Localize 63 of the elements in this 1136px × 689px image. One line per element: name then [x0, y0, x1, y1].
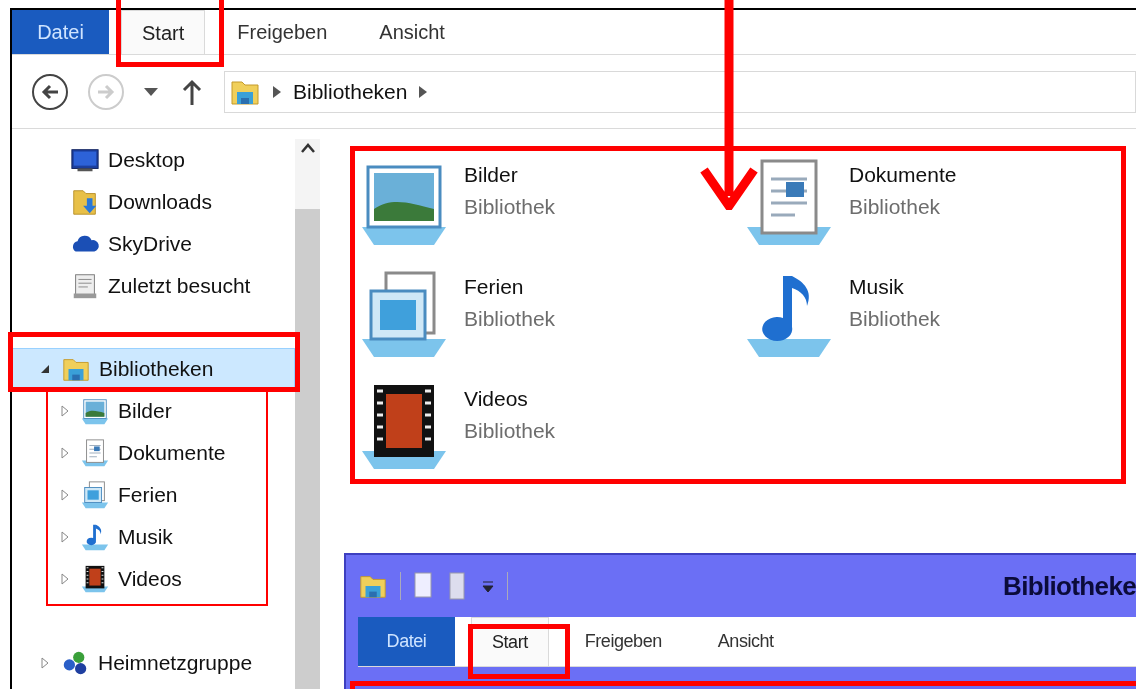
chevron-right-icon[interactable] [273, 85, 281, 98]
scrollbar[interactable] [295, 139, 320, 689]
music-note-icon [80, 522, 110, 552]
arrow-left-icon [41, 83, 59, 100]
library-type: Bibliothek [464, 193, 556, 220]
quick-access-item[interactable]: Zuletzt besucht [12, 265, 295, 307]
ribbon-tab[interactable]: Start [471, 617, 549, 666]
ribbon-tab[interactable]: Ansicht [697, 617, 794, 666]
library-tile[interactable]: Bilder Bibliothek [344, 155, 729, 267]
address-field[interactable]: Bibliotheken [224, 70, 1136, 113]
library-tile[interactable]: Dokumente Bibliothek [729, 155, 1114, 267]
quick-access-item[interactable]: SkyDrive [12, 223, 295, 265]
quick-access-label: SkyDrive [108, 231, 192, 258]
library-type: Bibliothek [464, 417, 556, 444]
tree-item[interactable]: Heimnetzgruppe [12, 642, 295, 684]
library-name: Videos [464, 386, 529, 412]
quick-access-label: Desktop [108, 147, 186, 174]
back-button[interactable] [32, 73, 68, 110]
caret-down-icon [144, 87, 158, 96]
tree-item-label: Heimnetzgruppe [98, 650, 253, 677]
customize-dropdown-icon[interactable] [481, 579, 495, 593]
library-name: Bilder [464, 162, 519, 188]
library-tile[interactable]: Videos Bibliothek [344, 379, 729, 491]
file-menu-tab[interactable]: Datei [358, 617, 455, 666]
tree-item-label: Bibliotheken [99, 356, 214, 383]
tree-item-label: Videos [118, 566, 182, 593]
quick-access-label: Zuletzt besucht [108, 273, 251, 300]
tree-item-label: Musik [118, 524, 173, 551]
arrow-right-icon [97, 83, 115, 100]
ribbon-tab[interactable]: Freigeben [217, 10, 348, 54]
breadcrumb-item[interactable]: Bibliotheken [293, 75, 408, 108]
ribbon-tab[interactable]: Start [121, 10, 206, 54]
library-name: Dokumente [849, 162, 957, 188]
library-tile[interactable]: Ferien Bibliothek [344, 267, 729, 379]
library-name: Ferien [464, 274, 525, 300]
tree-item[interactable]: Ferien [12, 474, 295, 516]
quick-access-label: Downloads [108, 189, 212, 216]
library-type: Bibliothek [464, 305, 556, 332]
library-type: Bibliothek [849, 305, 941, 332]
tree-item[interactable]: Bibliotheken [12, 348, 295, 390]
file-menu-tab[interactable]: Datei [12, 10, 109, 54]
chevron-right-icon[interactable] [419, 85, 428, 98]
document-library-icon [80, 438, 110, 468]
inset-window-title: Bibliotheke [1003, 569, 1136, 603]
quick-access-item[interactable]: Downloads [12, 181, 295, 223]
tree-item[interactable]: Videos [12, 558, 295, 600]
tree-item-label: Bilder [118, 398, 172, 425]
tree-item[interactable]: Dokumente [12, 432, 295, 474]
library-tile[interactable]: Musik Bibliothek [729, 267, 1114, 379]
arrow-up-icon [182, 78, 202, 105]
chevron-up-icon[interactable] [300, 143, 315, 153]
tree-item[interactable]: Bilder [12, 390, 295, 432]
ribbon-tab[interactable]: Freigeben [564, 617, 682, 666]
tree-item[interactable]: Musik [12, 516, 295, 558]
library-icon [80, 480, 110, 510]
tree-item-label: Dokumente [118, 440, 226, 467]
library-type: Bibliothek [849, 193, 942, 220]
picture-library-icon [80, 396, 110, 426]
library-name: Musik [849, 274, 905, 300]
tree-item-label: Ferien [118, 482, 178, 509]
quick-access-item[interactable]: Desktop [12, 139, 295, 181]
ribbon-tab[interactable]: Ansicht [359, 10, 465, 54]
film-strip-icon [80, 564, 110, 594]
